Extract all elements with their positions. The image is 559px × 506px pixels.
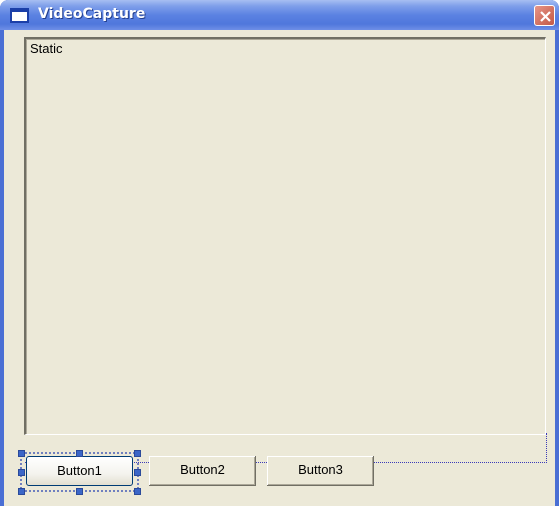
resize-handle-left[interactable] bbox=[18, 469, 25, 476]
resize-handle-bottom[interactable] bbox=[76, 488, 83, 495]
close-button[interactable] bbox=[534, 5, 555, 26]
resize-handle-top[interactable] bbox=[76, 450, 83, 457]
close-icon bbox=[540, 11, 551, 22]
static-label: Static bbox=[30, 41, 63, 56]
static-control[interactable]: Static bbox=[24, 37, 546, 435]
button2[interactable]: Button2 bbox=[149, 456, 256, 486]
resize-handle-top-left[interactable] bbox=[18, 450, 25, 457]
window-title: VideoCapture bbox=[38, 6, 146, 22]
resize-handle-bottom-left[interactable] bbox=[18, 488, 25, 495]
button1[interactable]: Button1 bbox=[26, 456, 133, 486]
resize-handle-top-right[interactable] bbox=[134, 450, 141, 457]
resize-handle-right[interactable] bbox=[134, 469, 141, 476]
window-icon bbox=[10, 8, 29, 23]
button3[interactable]: Button3 bbox=[267, 456, 374, 486]
resize-handle-bottom-right[interactable] bbox=[134, 488, 141, 495]
title-bar[interactable]: VideoCapture bbox=[0, 0, 559, 30]
